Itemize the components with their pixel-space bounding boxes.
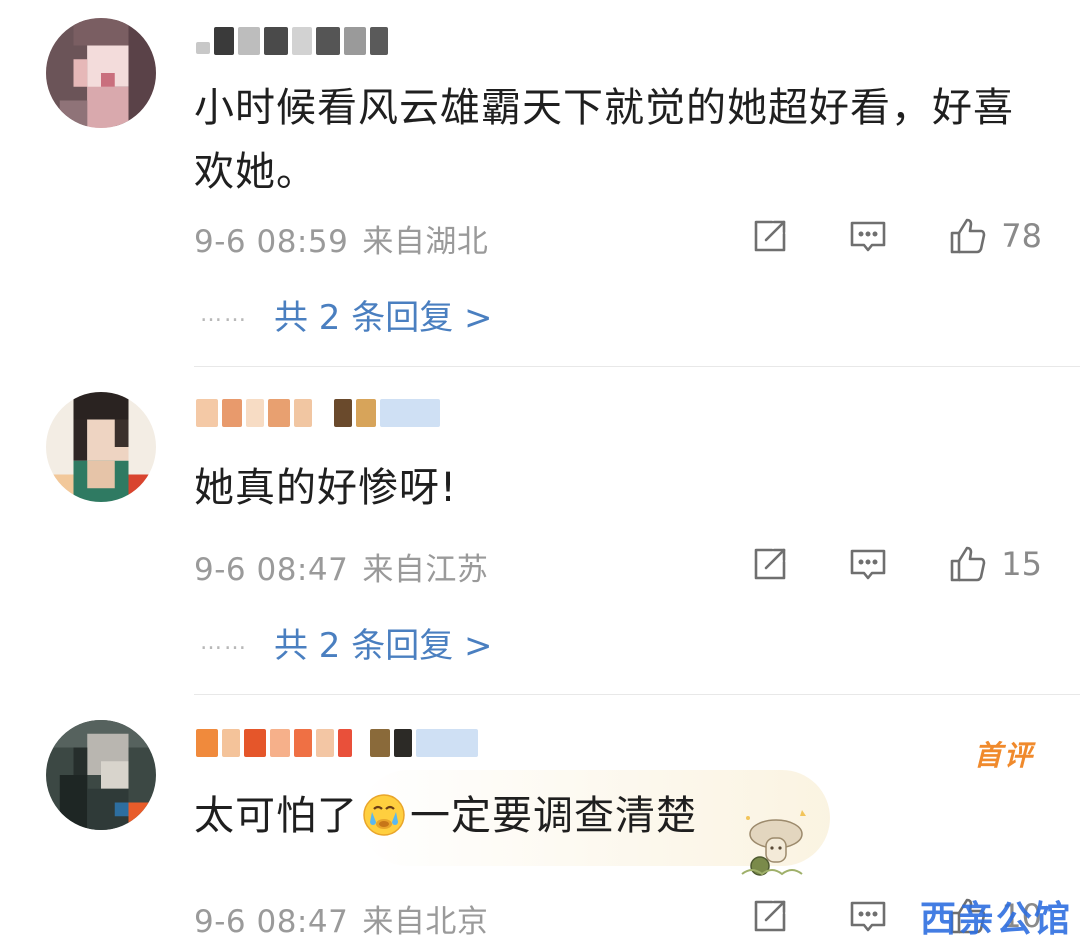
comment-meta: 9-6 08:47 来自北京 (194, 896, 488, 941)
share-icon[interactable] (747, 893, 793, 939)
comment-text: 太可怕了 一定要调查清楚 (194, 784, 1044, 848)
crying-face-emoji (362, 792, 406, 836)
comment-text-part: 一定要调查清楚 (410, 793, 697, 839)
comment-icon[interactable] (845, 893, 891, 939)
mushroom-sticker-icon (732, 804, 818, 884)
first-comment-badge: 首评 (973, 739, 1034, 772)
username[interactable] (196, 726, 516, 760)
comment-date: 9-6 08:47 (194, 904, 349, 940)
comment-item: 首评 太可怕了 一定要调查清楚 9-6 08:47 来自北京 10 (0, 0, 1080, 944)
avatar[interactable] (46, 720, 156, 830)
comment-feed: 小时候看风云雄霸天下就觉的她超好看，好喜欢她。 9-6 08:59 来自湖北 7… (0, 0, 1080, 944)
comment-text-part: 太可怕了 (194, 793, 358, 839)
watermark: 西亲公馆 (919, 899, 1072, 940)
comment-location: 来自北京 (362, 904, 489, 940)
